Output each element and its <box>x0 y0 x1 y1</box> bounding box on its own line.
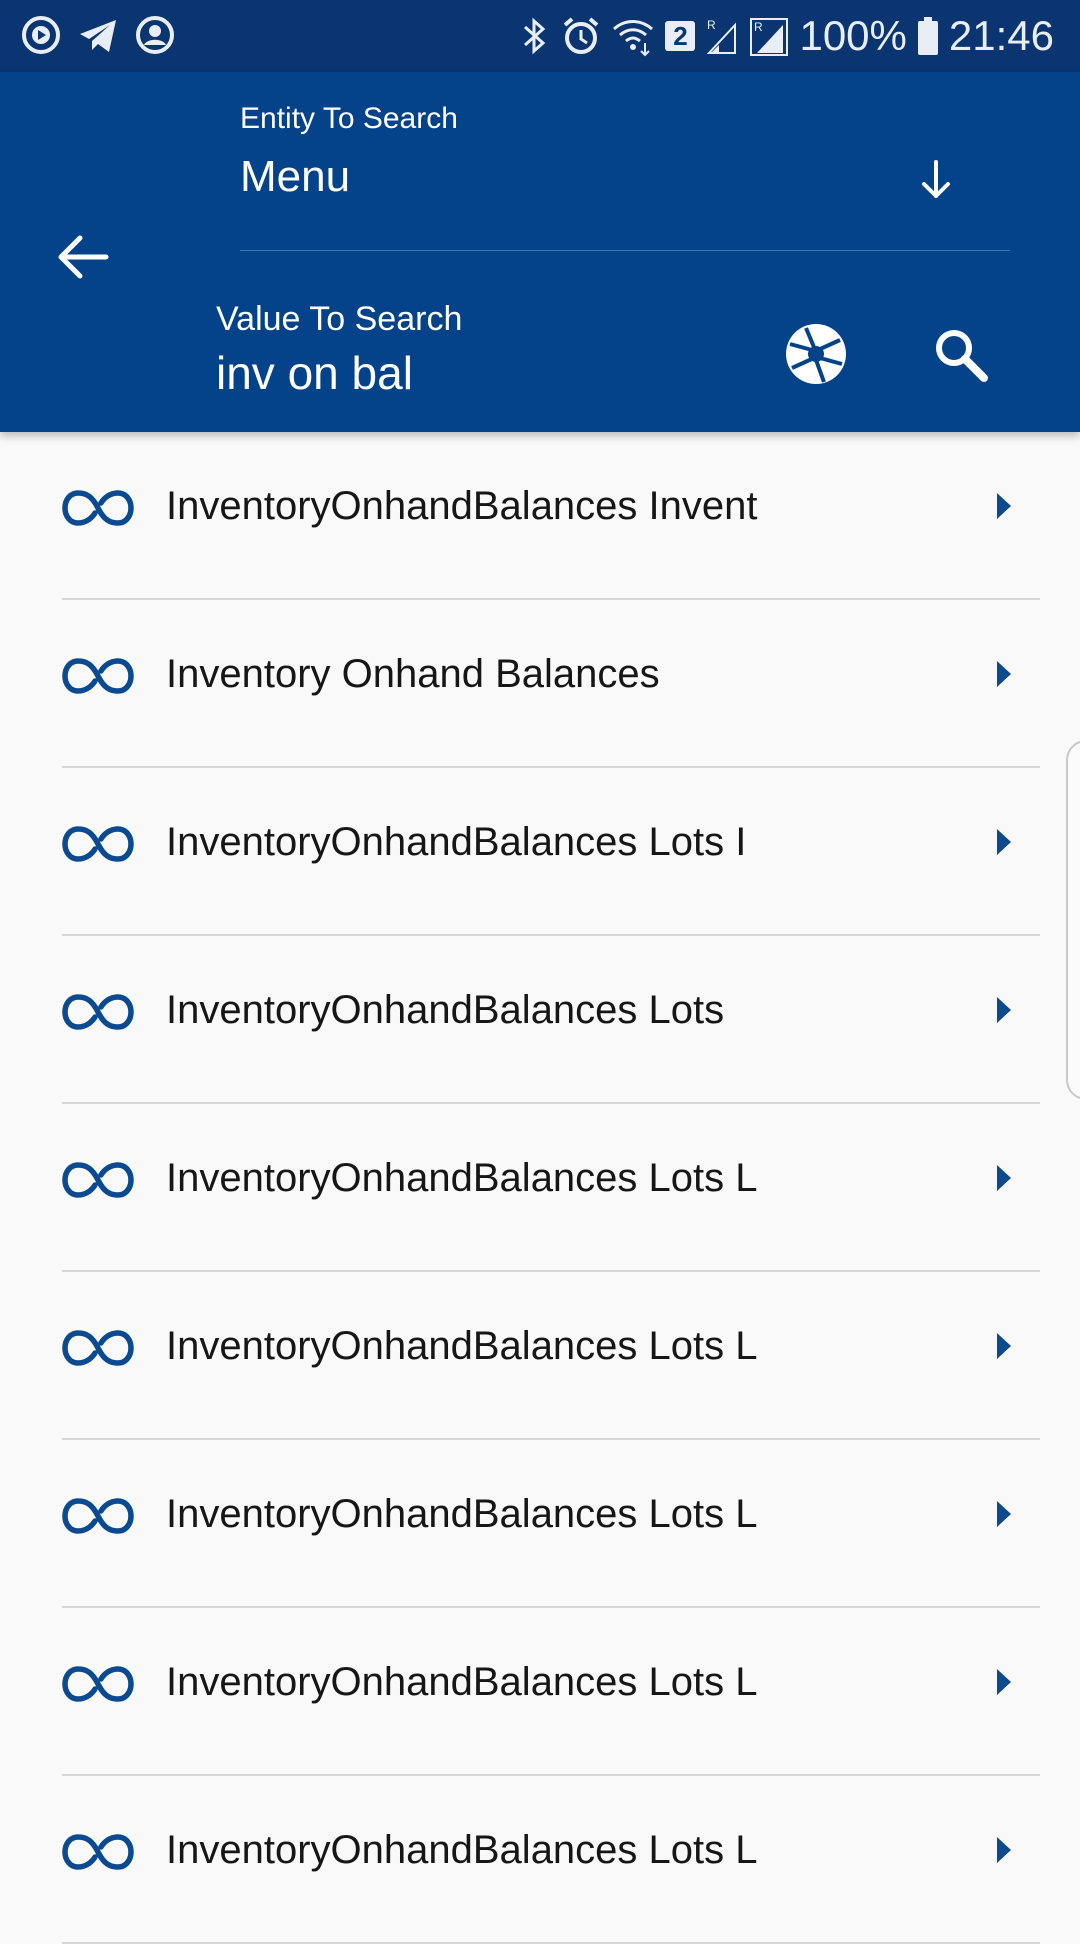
svg-text:R: R <box>707 18 716 32</box>
notification-count-badge: 2 <box>665 21 696 51</box>
arrow-left-icon <box>58 235 109 279</box>
scroll-handle[interactable] <box>1066 740 1080 1100</box>
list-item-label: Inventory Onhand Balances <box>166 652 660 696</box>
battery-icon <box>917 15 939 57</box>
chevron-right-icon <box>997 661 1011 687</box>
value-to-search-input[interactable] <box>216 346 756 400</box>
wifi-icon <box>611 15 655 57</box>
signal-roaming-icon: R <box>705 15 739 57</box>
entity-divider <box>240 250 1010 251</box>
alarm-icon <box>561 15 601 57</box>
list-item-label: InventoryOnhandBalances Lots L <box>166 1324 758 1368</box>
list-item-label: InventoryOnhandBalances Lots <box>166 988 725 1032</box>
chevron-right-icon <box>997 997 1011 1023</box>
account-circle-icon <box>134 14 176 56</box>
camera-button[interactable] <box>784 322 848 386</box>
list-item[interactable]: Inventory Onhand Balances <box>62 600 1040 768</box>
list-item[interactable]: InventoryOnhandBalances Lots I <box>62 768 1040 936</box>
chevron-right-icon <box>997 1165 1011 1191</box>
list-item-label: InventoryOnhandBalances Lots I <box>166 820 747 864</box>
link-infinity-icon <box>62 826 134 862</box>
chevron-right-icon <box>997 1501 1011 1527</box>
value-to-search-label: Value To Search <box>216 300 463 338</box>
list-item[interactable]: InventoryOnhandBalances Lots L <box>62 1608 1040 1776</box>
battery-percentage: 100% <box>799 12 907 59</box>
entity-select[interactable]: Menu <box>240 152 350 202</box>
telegram-icon <box>76 14 120 56</box>
link-infinity-icon <box>62 994 134 1030</box>
play-circle-icon <box>20 14 62 56</box>
chevron-right-icon <box>997 1669 1011 1695</box>
search-icon <box>936 330 988 382</box>
status-bar-system: 2 R R 100% 21:46 <box>519 0 1054 72</box>
list-item-label: InventoryOnhandBalances Lots L <box>166 1660 758 1704</box>
list-item[interactable]: InventoryOnhandBalances Lots L <box>62 1272 1040 1440</box>
clock: 21:46 <box>948 12 1054 59</box>
link-infinity-icon <box>62 658 134 694</box>
link-infinity-icon <box>62 1162 134 1198</box>
camera-shutter-icon <box>786 324 846 384</box>
chevron-right-icon <box>997 493 1011 519</box>
back-button[interactable] <box>50 222 120 292</box>
list-item[interactable]: InventoryOnhandBalances Lots <box>62 936 1040 1104</box>
list-item[interactable]: InventoryOnhandBalances Lots L <box>62 1440 1040 1608</box>
list-item-label: InventoryOnhandBalances Lots L <box>166 1156 758 1200</box>
link-infinity-icon <box>62 1330 134 1366</box>
list-item[interactable]: InventoryOnhandBalances Invent <box>62 432 1040 600</box>
status-bar: 2 R R 100% 21:46 <box>0 0 1080 72</box>
link-infinity-icon <box>62 1834 134 1870</box>
results-list: InventoryOnhandBalances Invent Inventory… <box>0 432 1080 1944</box>
signal-strength-icon: R <box>749 15 789 57</box>
entity-to-search-label: Entity To Search <box>240 102 458 135</box>
bluetooth-icon <box>519 15 551 57</box>
status-bar-notifications <box>20 14 176 56</box>
list-item-label: InventoryOnhandBalances Invent <box>166 484 758 528</box>
link-infinity-icon <box>62 1666 134 1702</box>
chevron-right-icon <box>997 1837 1011 1863</box>
svg-text:R: R <box>754 20 763 34</box>
link-infinity-icon <box>62 490 134 526</box>
chevron-right-icon <box>997 829 1011 855</box>
list-item[interactable]: InventoryOnhandBalances Lots L <box>62 1104 1040 1272</box>
search-header: Entity To Search Menu Value To Search <box>0 72 1080 432</box>
list-item[interactable]: InventoryOnhandBalances Lots L <box>62 1776 1040 1944</box>
link-infinity-icon <box>62 1498 134 1534</box>
list-item-label: InventoryOnhandBalances Lots L <box>166 1828 758 1872</box>
search-button[interactable] <box>928 322 992 386</box>
list-item-label: InventoryOnhandBalances Lots L <box>166 1492 758 1536</box>
arrow-down-icon[interactable] <box>912 156 960 204</box>
chevron-right-icon <box>997 1333 1011 1359</box>
